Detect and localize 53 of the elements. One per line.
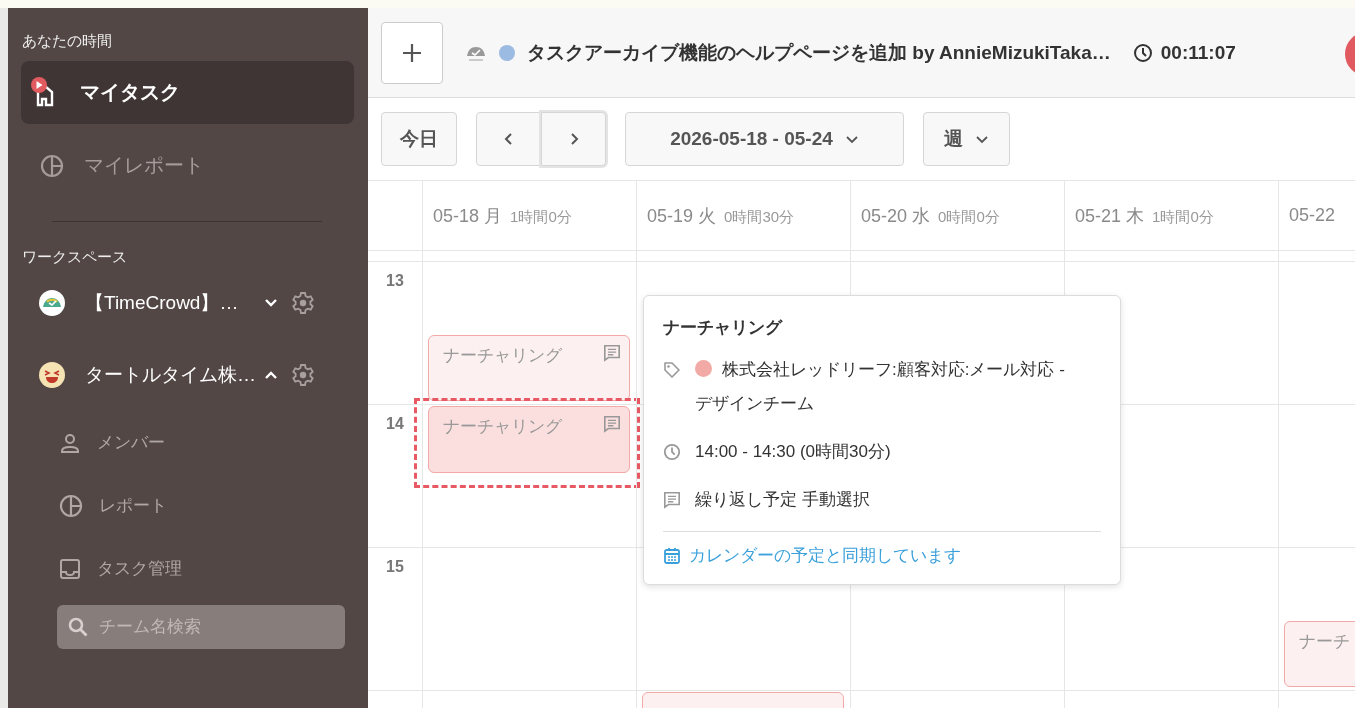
timer: 00:11:07 — [1160, 41, 1236, 64]
logo-icon — [39, 290, 65, 316]
clock-icon — [663, 443, 681, 461]
previous-button[interactable] — [476, 112, 541, 166]
all-day-slot[interactable] — [422, 251, 636, 262]
next-button[interactable] — [541, 112, 606, 166]
workspace-menu-item[interactable]: タスク管理 — [21, 537, 182, 600]
pie-chart-icon — [59, 493, 83, 518]
calendar-event[interactable]: ナーチャリング — [428, 334, 630, 401]
running-task-title: タスクアーカイブ機能のヘルプページを追加 by AnnieMizukiTaka… — [527, 40, 1111, 65]
today-button[interactable]: 今日 — [381, 112, 457, 166]
day-header: 05-19 火 0時間30分 — [647, 204, 795, 228]
hour-label: 14 — [386, 415, 404, 432]
sidebar-item[interactable]: マイタスク — [21, 61, 354, 124]
hour-label: 15 — [386, 558, 404, 575]
person-icon — [59, 431, 81, 454]
event-time: 14:00 - 14:30 (0時間30分) — [695, 441, 891, 463]
calendar-event[interactable]: ナーチャリング — [428, 406, 630, 473]
day-header: 05-22 — [1289, 205, 1336, 226]
hour-label: 13 — [386, 272, 404, 289]
pie-chart-icon — [40, 153, 64, 178]
event-title: ナーチャリング — [663, 317, 784, 339]
note-icon — [663, 491, 681, 509]
settings-icon[interactable] — [291, 363, 315, 387]
day-header: 05-21 木 1時間0分 — [1075, 204, 1214, 228]
workspace-menu-item[interactable]: レポート — [21, 474, 167, 537]
day-header: 05-20 水 0時間0分 — [861, 204, 1000, 228]
calendar-icon — [663, 546, 681, 565]
day-header: 05-18 月 1時間0分 — [433, 204, 572, 228]
all-day-slot[interactable] — [1064, 251, 1278, 262]
all-day-slot[interactable] — [636, 251, 850, 262]
tag-icon — [663, 361, 681, 379]
tag-label: 株式会社レッドリーフ:顧客対応:メール対応 - デザインチーム — [695, 360, 1065, 413]
sidebar-item[interactable]: マイレポート — [21, 134, 354, 197]
add-button[interactable] — [381, 21, 443, 84]
search-icon — [67, 616, 89, 638]
all-day-slot[interactable] — [850, 251, 1064, 262]
view-dropdown[interactable]: 週 — [923, 112, 1010, 166]
tray-icon — [59, 557, 81, 580]
date-range-dropdown[interactable]: 2026-05-18 - 05-24 — [625, 112, 904, 166]
section-title: あなたの時間 — [22, 32, 113, 51]
workspace-menu-item[interactable]: メンバー — [21, 411, 165, 474]
search-field[interactable]: チーム名検索 — [57, 605, 345, 649]
settings-icon[interactable] — [291, 291, 315, 315]
workspace-name[interactable]: 【TimeCrowd】… — [85, 290, 263, 316]
calendar-event[interactable]: ナーチ — [1284, 620, 1355, 687]
plus-icon — [401, 41, 423, 64]
clock-icon — [1132, 42, 1153, 63]
calendar-sync-link[interactable]: カレンダーの予定と同期しています — [663, 544, 961, 567]
section-title: ワークスペース — [22, 248, 128, 267]
workspace-name[interactable]: タートルタイム株… — [85, 362, 263, 388]
smiley-icon — [39, 362, 65, 388]
event-note: 繰り返し予定 手動選択 — [695, 489, 870, 511]
